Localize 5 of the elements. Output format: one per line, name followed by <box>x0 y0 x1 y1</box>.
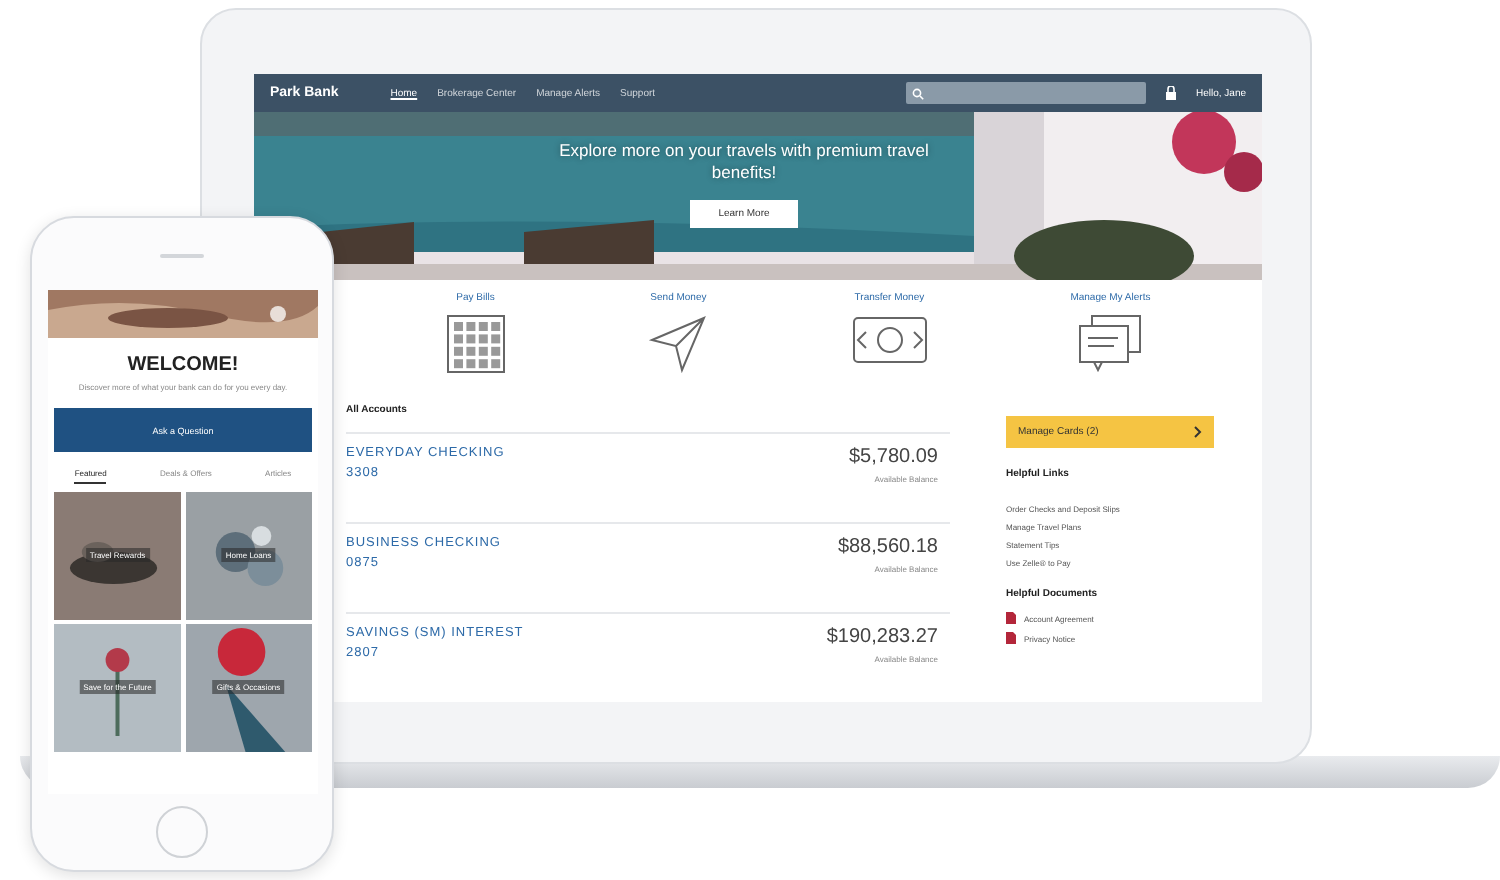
account-balance: $5,780.09 <box>849 446 938 468</box>
account-balance: $190,283.27 <box>826 626 938 648</box>
hero-headline: Explore more on your travels with premium travel benefits! <box>557 140 931 185</box>
welcome-title: WELCOME! <box>125 354 241 376</box>
account-balance: $88,560.18 <box>837 536 938 558</box>
